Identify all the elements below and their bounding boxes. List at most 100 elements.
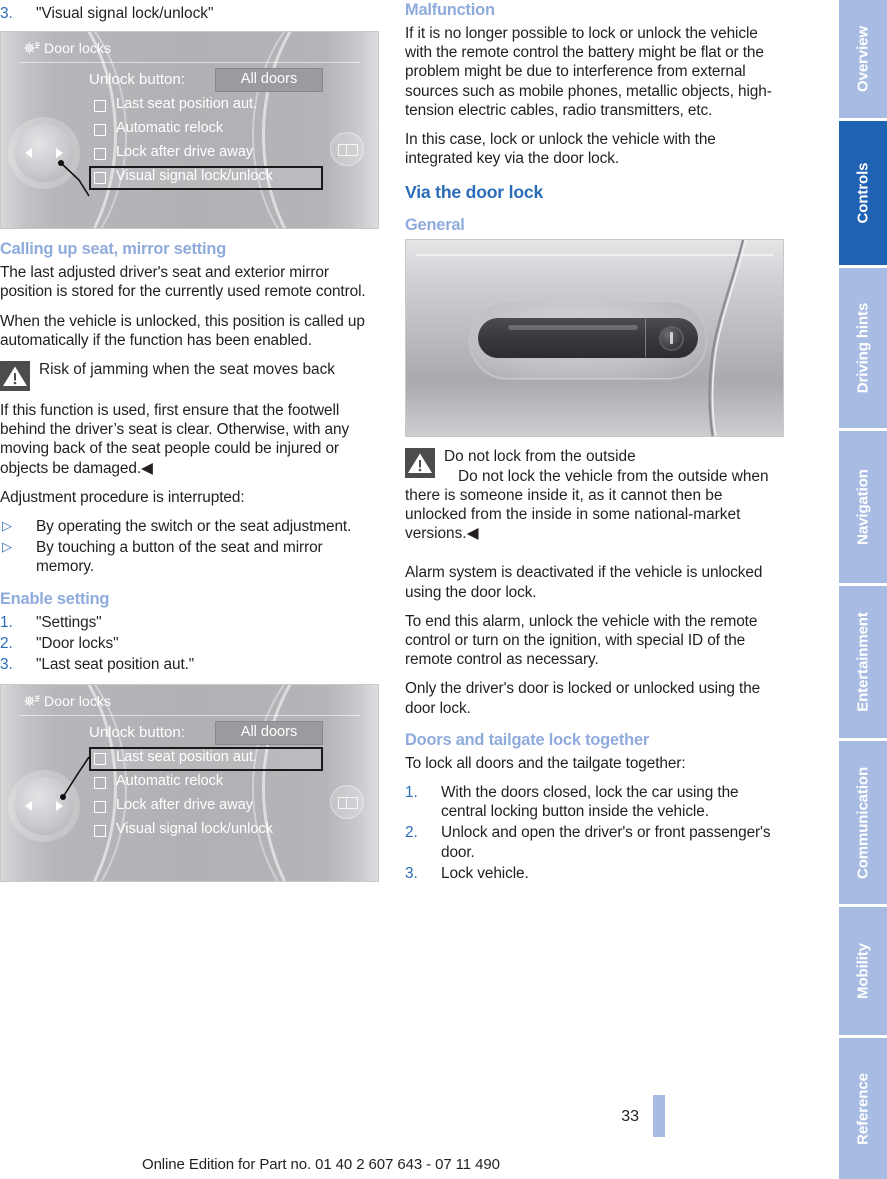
warning-body: Do not lock the vehicle from the outside… — [405, 467, 769, 543]
page-columns: 3. "Visual signal lock/unlock" Door lock… — [0, 0, 800, 1090]
idrive-title: Door locks — [44, 40, 112, 57]
tab-label: Driving hints — [854, 302, 872, 394]
tab-label: Communication — [854, 766, 872, 879]
idrive-title: Door locks — [44, 693, 112, 710]
paragraph-adjustment-interrupted: Adjustment procedure is interrupted: — [0, 488, 245, 506]
idrive-controller-knob — [15, 777, 73, 836]
list-item-text: "Settings" — [36, 613, 102, 631]
paragraph-alarm-deactivated: Alarm system is deactivated if the vehic… — [405, 564, 763, 601]
idrive-divider — [19, 62, 360, 64]
list-item: 1. With the doors closed, lock the car u… — [405, 783, 785, 821]
warning-body: If this function is used, first ensure t… — [0, 402, 350, 477]
figure-door-handle — [405, 239, 784, 438]
arrow-left-icon — [25, 148, 32, 159]
arrow-left-icon — [25, 801, 32, 812]
tab-label: Mobility — [854, 943, 872, 999]
warning-triangle-icon — [0, 361, 30, 392]
paragraph-only-drivers-door: Only the driver's door is locked or unlo… — [405, 680, 761, 717]
list-item-text: "Door locks" — [36, 634, 119, 652]
triangle-bullet-icon: ▷ — [2, 518, 12, 534]
list-item-text: "Last seat position aut." — [36, 656, 195, 674]
checkbox-icon — [94, 100, 106, 113]
tab-label: Reference — [854, 1072, 872, 1145]
list-item-text: With the doors closed, lock the car usin… — [441, 784, 739, 821]
figure-idrive-door-locks-2: Door locks Unlock button: All doors Last… — [0, 684, 379, 883]
checkbox-icon — [94, 148, 106, 161]
list-item-number: 1. — [0, 613, 13, 631]
warning-title: Risk of jamming when the seat moves back — [39, 361, 335, 379]
tab-reference[interactable]: Reference — [839, 1038, 887, 1179]
checkbox-icon — [94, 825, 106, 838]
list-item-number: 1. — [405, 784, 418, 802]
idrive-option-label: Automatic relock — [116, 773, 224, 790]
heading-enable-setting: Enable setting — [0, 589, 110, 608]
idrive-side-button — [330, 785, 364, 820]
list-item: ▷ By touching a button of the seat and m… — [0, 538, 380, 576]
tab-controls[interactable]: Controls — [839, 121, 887, 265]
figure-idrive-door-locks-1: Door locks Unlock button: All doors Last… — [0, 31, 379, 230]
footer-part-number: Online Edition for Part no. 01 40 2 607 … — [142, 1156, 500, 1173]
idrive-option-row: Lock after drive away — [89, 795, 323, 819]
idrive-option-row-selected: Visual signal lock/unlock — [89, 166, 323, 191]
body-panel-gap — [703, 240, 755, 437]
heading-via-the-door-lock: Via the door lock — [405, 182, 544, 203]
list-item-text: Unlock and open the driver's or front pa… — [441, 824, 771, 861]
list-item-text: Lock vehicle. — [441, 864, 529, 882]
warning-title: Do not lock from the outside — [444, 448, 636, 466]
heading-calling-up-seat: Calling up seat, mirror setting — [0, 240, 227, 259]
heading-malfunction: Malfunction — [405, 1, 495, 19]
unlock-button-value: All doors — [215, 721, 323, 746]
idrive-side-button — [330, 132, 364, 167]
gear-icon — [23, 40, 40, 56]
idrive-option-row: Lock after drive away — [89, 142, 323, 166]
idrive-option-row: Visual signal lock/unlock — [89, 819, 323, 843]
enable-setting-steps: 1. "Settings" 2. "Door locks" 3. "Last s… — [0, 613, 380, 675]
unlock-button-value-text: All doors — [240, 724, 298, 741]
handle-divider — [645, 319, 646, 358]
unlock-button-label: Unlock button: — [89, 71, 185, 89]
list-item: ▷ By operating the switch or the seat ad… — [0, 517, 380, 536]
idrive-option-label: Visual signal lock/unlock — [116, 168, 273, 185]
arrow-right-icon — [56, 148, 63, 159]
list-item-number: 3. — [405, 864, 418, 882]
idrive-option-label: Last seat position aut. — [116, 96, 258, 113]
list-item: 3. Lock vehicle. — [405, 864, 785, 883]
tab-overview[interactable]: Overview — [839, 0, 887, 118]
tab-mobility[interactable]: Mobility — [839, 907, 887, 1035]
idrive-option-row: Automatic relock — [89, 771, 323, 795]
list-item: 2. Unlock and open the driver's or front… — [405, 823, 785, 861]
gear-icon — [23, 693, 40, 709]
idrive-option-row: Last seat position aut. — [89, 94, 323, 118]
list-item: 3. "Last seat position aut." — [0, 655, 380, 674]
tab-entertainment[interactable]: Entertainment — [839, 586, 887, 738]
left-column: 3. "Visual signal lock/unlock" Door lock… — [0, 0, 380, 892]
lock-cylinder-icon — [661, 328, 682, 350]
warning-risk-of-jamming: Risk of jamming when the seat moves back — [0, 360, 380, 392]
idrive-controller-knob — [15, 124, 73, 183]
checkbox-icon — [94, 777, 106, 790]
lock-together-steps: 1. With the doors closed, lock the car u… — [405, 783, 785, 883]
checkbox-icon — [94, 801, 106, 814]
page-number: 33 — [621, 1108, 639, 1125]
idrive-unlock-row: Unlock button: All doors — [89, 68, 378, 94]
heading-general: General — [405, 216, 465, 235]
page-edge-marker — [653, 1095, 665, 1137]
checkbox-icon — [94, 124, 106, 137]
tab-navigation[interactable]: Navigation — [839, 431, 887, 583]
right-column: Malfunction If it is no longer possible … — [405, 0, 785, 893]
step-item-3: 3. "Visual signal lock/unlock" — [0, 4, 380, 23]
tab-driving-hints[interactable]: Driving hints — [839, 268, 887, 428]
tab-label: Navigation — [854, 469, 872, 545]
idrive-option-label: Lock after drive away — [116, 144, 254, 161]
heading-doors-and-tailgate: Doors and tailgate lock together — [405, 730, 650, 749]
step-text: "Visual signal lock/unlock" — [36, 5, 214, 22]
manual-page: 3. "Visual signal lock/unlock" Door lock… — [0, 0, 887, 1179]
tab-communication[interactable]: Communication — [839, 741, 887, 904]
list-item-text: By touching a button of the seat and mir… — [36, 539, 323, 576]
list-item-text: By operating the switch or the seat adju… — [36, 518, 352, 536]
warning-triangle-icon — [405, 448, 435, 479]
checkbox-icon — [94, 753, 106, 766]
step-number: 3. — [0, 5, 13, 22]
list-item-number: 2. — [405, 824, 418, 842]
tab-label: Entertainment — [854, 612, 872, 712]
